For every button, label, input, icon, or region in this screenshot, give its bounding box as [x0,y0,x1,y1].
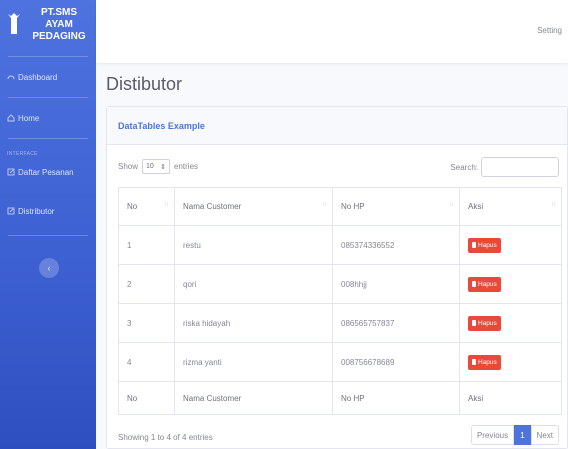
sidebar-brand[interactable]: PT.SMS AYAM PEDAGING [0,0,96,50]
table-footer-row: No Nama Customer No HP Aksi [118,381,562,415]
cell-hp: 008756678689 [332,342,460,382]
sort-icon: ↑↓ [449,202,454,208]
cell-aksi: Hapus [459,264,562,304]
sidebar-item-label: Home [18,113,40,123]
delete-button[interactable]: Hapus [468,276,501,292]
cell-hp: 008hhjj [332,264,460,304]
column-header-nama-customer[interactable]: Nama Customer ↑↓ [174,187,333,226]
sidebar-item-label: Dashboard [18,72,58,82]
table-info: Showing 1 to 4 of 4 entries [118,433,213,442]
updown-icon: ⇕ [160,163,167,171]
cell-name: rizma yanti [174,342,333,382]
cell-hp: 085374336552 [332,225,460,265]
entries-select-value: 10 [146,163,154,170]
sidebar: PT.SMS AYAM PEDAGING Dashboard Home INTE… [0,0,96,449]
edit-icon [7,207,15,215]
cell-no: 3 [118,303,175,343]
sidebar-toggle-button[interactable]: ‹ [39,258,59,278]
datatable-card: DataTables Example Show 10 ⇕ entries Sea… [106,106,568,449]
length-suffix: entries [174,162,199,171]
cell-name: qori [174,264,333,304]
sort-icon: ↑↓ [164,202,169,208]
cell-hp: 086565757837 [332,303,460,343]
table-row: 3 riska hidayah 086565757837 Hapus [118,303,562,343]
delete-button[interactable]: Hapus [468,354,501,370]
pagination: Previous 1 Next [470,425,559,445]
trash-icon [472,320,476,326]
column-header-no[interactable]: No ↑↓ [118,187,175,226]
sidebar-item-label: Distributor [18,206,55,216]
column-header-no-hp[interactable]: No HP ↑↓ [332,187,460,226]
cell-aksi: Hapus [459,225,562,265]
column-header-aksi[interactable]: Aksi ↑↓ [459,187,562,226]
sidebar-item-label: Daftar Pesanan [18,167,74,177]
footer-nama-customer: Nama Customer [174,381,333,415]
cell-no: 1 [118,225,175,265]
cell-name: restu [174,225,333,265]
topbar: Setting [96,0,568,63]
brand-name: PT.SMS AYAM PEDAGING [32,7,86,42]
sort-icon: ↑↓ [322,202,327,208]
pagination-next[interactable]: Next [530,425,559,445]
cell-name: riska hidayah [174,303,333,343]
cell-no: 2 [118,264,175,304]
sidebar-divider [8,138,88,139]
table-row: 1 restu 085374336552 Hapus [118,225,562,265]
chevron-left-icon: ‹ [47,263,51,273]
trash-icon [472,281,476,287]
page-title: Distibutor [106,74,183,94]
topbar-user-menu[interactable]: Setting [537,26,562,35]
delete-button[interactable]: Hapus [468,237,501,253]
sidebar-divider [8,235,88,236]
trash-icon [472,359,476,365]
sort-icon: ↑↓ [551,202,556,208]
chicken-icon [8,13,20,34]
edit-icon [7,168,15,176]
table-header-row: No ↑↓ Nama Customer ↑↓ No HP ↑↓ Aksi ↑↓ [118,187,562,226]
table-row: 4 rizma yanti 008756678689 Hapus [118,342,562,382]
cell-aksi: Hapus [459,342,562,382]
delete-button[interactable]: Hapus [468,315,501,331]
card-header: DataTables Example [107,107,567,145]
length-prefix: Show [118,162,139,171]
footer-no-hp: No HP [332,381,460,415]
table-row: 2 qori 008hhjj Hapus [118,264,562,304]
entries-length: Show 10 ⇕ entries [118,159,198,174]
cell-aksi: Hapus [459,303,562,343]
table-controls: Show 10 ⇕ entries Search: [118,157,559,177]
card-title: DataTables Example [118,120,205,131]
home-icon [7,114,15,122]
sidebar-item-dashboard[interactable]: Dashboard [0,57,96,97]
sidebar-item-daftar-pesanan[interactable]: Daftar Pesanan [0,157,96,187]
cell-no: 4 [118,342,175,382]
entries-select[interactable]: 10 ⇕ [142,159,171,174]
search-input[interactable] [481,157,559,177]
tachometer-icon [7,75,15,80]
sidebar-item-distributor[interactable]: Distributor [0,187,96,235]
footer-no: No [118,381,175,415]
pagination-page-1[interactable]: 1 [514,425,531,445]
pagination-previous[interactable]: Previous [470,425,515,445]
search-label: Search: [450,162,478,172]
footer-aksi: Aksi [459,381,562,415]
trash-icon [472,242,476,248]
sidebar-item-home[interactable]: Home [0,98,96,138]
distributor-table: No ↑↓ Nama Customer ↑↓ No HP ↑↓ Aksi ↑↓ 1 re… [118,187,562,415]
table-search: Search: [450,157,559,177]
